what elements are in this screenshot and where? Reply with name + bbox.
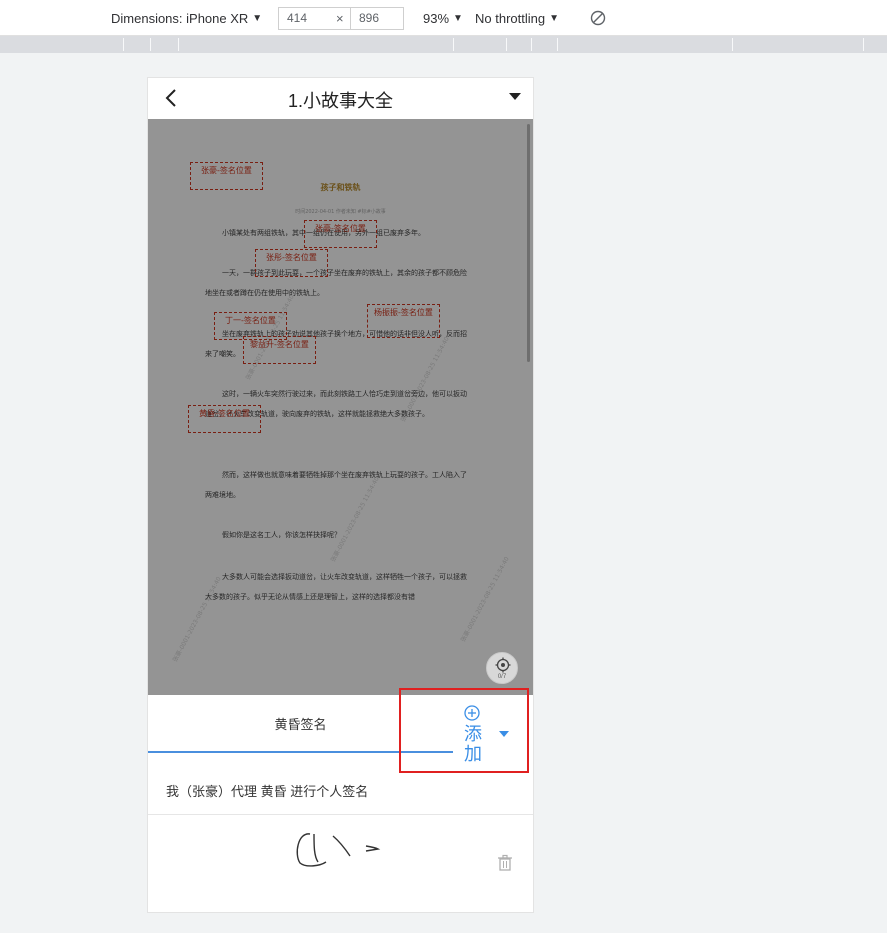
ruler-tick	[506, 38, 507, 51]
ruler-tick	[178, 38, 179, 51]
media-query-ruler	[0, 36, 887, 53]
height-input[interactable]: 896	[350, 7, 404, 30]
device-select[interactable]: Dimensions: iPhone XR ▼	[111, 0, 262, 36]
page-title: 1.小故事大全	[287, 91, 393, 111]
page-indicator: 0/7	[497, 674, 507, 680]
caret-down-icon[interactable]	[509, 93, 521, 100]
device-label: Dimensions: iPhone XR	[111, 10, 249, 26]
zoom-label: 93%	[423, 10, 450, 26]
proxy-statement: 我（张豪）代理 黄昏 进行个人签名	[148, 767, 533, 815]
caret-down-icon: ▼	[549, 12, 559, 24]
crosshair-icon[interactable]: 0/7	[486, 652, 518, 684]
times-sign: ×	[336, 10, 344, 26]
ruler-tick	[531, 38, 532, 51]
handwritten-signature	[296, 833, 381, 867]
trash-icon[interactable]	[497, 854, 513, 872]
throttling-label: No throttling	[475, 10, 546, 26]
caret-down-icon: ▼	[453, 12, 463, 24]
app-header: 1.小故事大全	[148, 78, 533, 119]
ruler-tick	[863, 38, 864, 51]
ruler-tick	[150, 38, 151, 51]
caret-down-icon: ▼	[252, 12, 263, 24]
throttling-select[interactable]: No throttling ▼	[475, 0, 559, 36]
highlight-box	[399, 688, 529, 773]
signature-canvas[interactable]	[148, 816, 533, 912]
devtools-toolbar: Dimensions: iPhone XR ▼ 414 × 896 93% ▼ …	[0, 0, 887, 36]
ruler-tick	[557, 38, 558, 51]
ruler-tick	[453, 38, 454, 51]
phone-viewport: 1.小故事大全 张豪-0001-2023-08-25 11:54:40 张豪-0…	[148, 78, 533, 912]
tab-label: 黄昏签名	[274, 716, 327, 732]
zoom-select[interactable]: 93% ▼	[423, 0, 463, 36]
rotate-icon[interactable]	[589, 0, 607, 36]
ruler-tick	[123, 38, 124, 51]
dim-overlay	[148, 119, 533, 695]
ruler-tick	[732, 38, 733, 51]
